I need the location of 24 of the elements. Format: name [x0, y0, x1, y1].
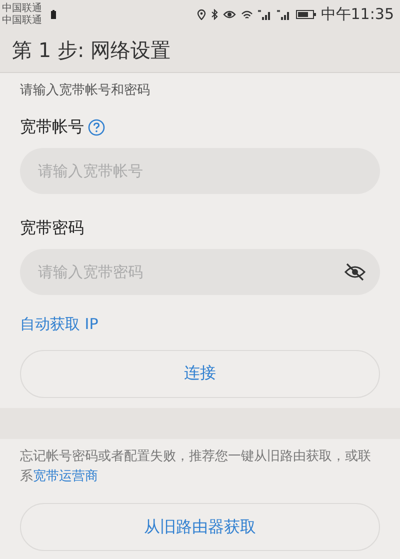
wifi-icon — [240, 10, 253, 20]
eye-slash-icon[interactable] — [344, 262, 366, 282]
help-icon[interactable] — [88, 118, 105, 136]
connect-button[interactable]: 连接 — [20, 350, 380, 398]
signal-icon — [276, 10, 291, 20]
input-field[interactable]: 请输入宽带帐号 — [20, 148, 380, 194]
auto-ip-link[interactable]: 自动获取 IP — [20, 314, 98, 334]
field-label: 宽带帐号 — [20, 116, 84, 138]
help-text: 忘记帐号密码或者配置失败，推荐您一键从旧路由获取，或联系宽带运营商 — [20, 448, 372, 486]
carrier-name: 中国联通 — [2, 2, 42, 14]
carrier-name: 中国联通 — [2, 14, 42, 27]
section-hint: 请输入宽带帐号和密码 — [20, 82, 150, 99]
field-label: 宽带密码 — [20, 218, 84, 239]
signal-icon — [258, 10, 272, 20]
clock-time: 中午11:35 — [320, 5, 394, 24]
carrier-link[interactable]: 宽带运营商 — [33, 469, 98, 484]
bluetooth-icon — [210, 9, 218, 20]
location-pin-icon — [196, 9, 206, 20]
input-field[interactable]: 请输入宽带密码 — [20, 248, 380, 295]
eye-icon — [222, 10, 236, 20]
battery-icon — [296, 10, 316, 20]
battery-small-icon — [51, 10, 56, 20]
page-title: 第 1 步: 网络设置 — [12, 37, 171, 64]
retrieve-button[interactable]: 从旧路由器获取 — [20, 503, 380, 551]
